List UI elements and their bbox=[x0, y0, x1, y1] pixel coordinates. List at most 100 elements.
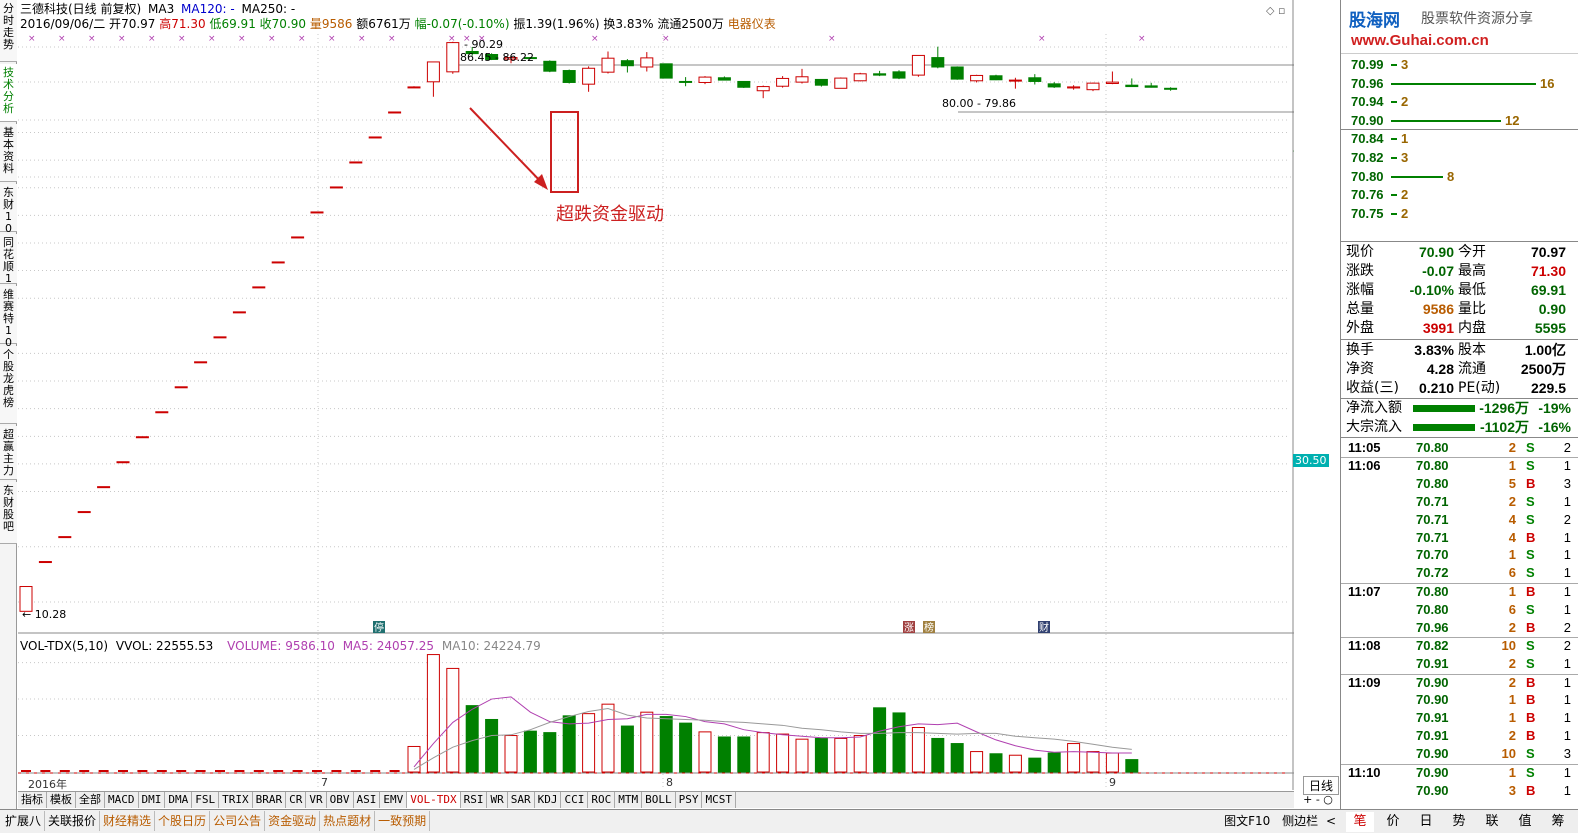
left-tab-2[interactable]: 基本资料 bbox=[0, 124, 17, 182]
right-tab-0[interactable]: 笔 bbox=[1346, 812, 1374, 832]
status-tab-6[interactable]: 热点题材 bbox=[320, 811, 376, 831]
left-tab-4[interactable]: 同花顺10 bbox=[0, 234, 17, 297]
indicator-tab-wr[interactable]: WR bbox=[487, 792, 508, 808]
indicator-tab-mcst[interactable]: MCST bbox=[702, 792, 736, 808]
status-tab-0[interactable]: 扩展八 bbox=[2, 811, 46, 831]
volume-bar bbox=[331, 770, 342, 772]
left-tab-7[interactable]: 超赢主力 bbox=[0, 426, 17, 480]
tick-row[interactable]: 70.90 3 B 1 bbox=[1341, 782, 1578, 800]
indicator-tab-dma[interactable]: DMA bbox=[165, 792, 193, 808]
indicator-tab-模板[interactable]: 模板 bbox=[47, 792, 76, 808]
order-volume: 12 bbox=[1505, 112, 1520, 128]
tick-row[interactable]: 70.96 2 B 2 bbox=[1341, 619, 1578, 637]
tick-row[interactable]: 70.91 1 B 1 bbox=[1341, 709, 1578, 727]
indicator-tab-fsl[interactable]: FSL bbox=[192, 792, 220, 808]
status-tab-5[interactable]: 资金驱动 bbox=[265, 811, 321, 831]
order-book-row[interactable]: 70.99 3 bbox=[1341, 56, 1578, 74]
left-tab-8[interactable]: 东财股吧 bbox=[0, 482, 17, 544]
right-tab-4[interactable]: 联 bbox=[1478, 812, 1506, 832]
indicator-tab-obv[interactable]: OBV bbox=[327, 792, 354, 808]
order-book-row[interactable]: 70.84 1 bbox=[1341, 130, 1578, 148]
indicator-tab-brar[interactable]: BRAR bbox=[253, 792, 287, 808]
candle-body bbox=[388, 111, 402, 114]
right-tab-5[interactable]: 值 bbox=[1511, 812, 1539, 832]
net-flow-value: -1296万 bbox=[1479, 400, 1529, 416]
tick-row[interactable]: 70.90 1 B 1 bbox=[1341, 691, 1578, 709]
kline-chart-area[interactable]: 70.9070.8470.9063.8757.4951.7446.5641.91… bbox=[18, 0, 1294, 790]
tick-row[interactable]: 70.80 5 B 3 bbox=[1341, 475, 1578, 493]
volume-bar bbox=[543, 732, 557, 773]
tick-row[interactable]: 70.91 2 B 1 bbox=[1341, 727, 1578, 745]
tick-row[interactable]: 11:09 70.90 2 B 1 bbox=[1341, 674, 1578, 692]
indicator-tab-macd[interactable]: MACD bbox=[105, 792, 139, 808]
indicator-tab-vol-tdx[interactable]: VOL-TDX bbox=[407, 792, 461, 808]
indicator-tab-emv[interactable]: EMV bbox=[380, 792, 408, 808]
indicator-tab-cci[interactable]: CCI bbox=[561, 792, 589, 808]
order-book-row[interactable]: 70.82 3 bbox=[1341, 149, 1578, 167]
tick-n: 2 bbox=[1563, 638, 1571, 654]
collapse-button[interactable]: < bbox=[1326, 814, 1336, 828]
tick-row[interactable]: 70.70 1 S 1 bbox=[1341, 546, 1578, 564]
order-book-row[interactable]: 70.94 2 bbox=[1341, 93, 1578, 111]
tick-row[interactable]: 70.72 6 S 1 bbox=[1341, 564, 1578, 582]
indicator-tab-mtm[interactable]: MTM bbox=[615, 792, 643, 808]
tick-row[interactable]: 70.80 6 S 1 bbox=[1341, 601, 1578, 619]
tick-row[interactable]: 70.71 2 S 1 bbox=[1341, 493, 1578, 511]
status-tab-2[interactable]: 财经精选 bbox=[100, 811, 156, 831]
indicator-tab-指标[interactable]: 指标 bbox=[18, 792, 47, 808]
indicator-tab-boll[interactable]: BOLL bbox=[642, 792, 676, 808]
indicator-tab-kdj[interactable]: KDJ bbox=[535, 792, 562, 808]
order-book-row[interactable]: 70.80 8 bbox=[1341, 168, 1578, 186]
indicator-tab-dmi[interactable]: DMI bbox=[139, 792, 166, 808]
tick-row[interactable]: 11:07 70.80 1 B 1 bbox=[1341, 583, 1578, 601]
order-book-row[interactable]: 70.76 2 bbox=[1341, 186, 1578, 204]
sidebar-button[interactable]: 侧边栏 bbox=[1282, 814, 1318, 828]
right-tab-6[interactable]: 筹 bbox=[1544, 812, 1572, 832]
indicator-tab-vr[interactable]: VR bbox=[306, 792, 327, 808]
tick-row[interactable]: 70.71 4 S 2 bbox=[1341, 511, 1578, 529]
indicator-tab-trix[interactable]: TRIX bbox=[219, 792, 253, 808]
tick-row[interactable]: 70.71 4 B 1 bbox=[1341, 529, 1578, 547]
chart-settings-icons[interactable]: ◇ ▫ bbox=[1266, 4, 1285, 17]
volume-bar bbox=[98, 770, 109, 772]
order-book-row[interactable]: 70.90 12 bbox=[1341, 112, 1578, 130]
vol-indicator-name[interactable]: VOL-TDX(5,10) bbox=[20, 639, 108, 653]
tick-row[interactable]: 70.91 2 S 1 bbox=[1341, 655, 1578, 673]
net-flow-label: 净流入额 bbox=[1346, 400, 1402, 416]
order-book-row[interactable]: 70.96 16 bbox=[1341, 75, 1578, 93]
status-tab-3[interactable]: 个股日历 bbox=[155, 811, 211, 831]
indicator-tab-psy[interactable]: PSY bbox=[676, 792, 703, 808]
indicator-tab-全部[interactable]: 全部 bbox=[76, 792, 105, 808]
status-tab-4[interactable]: 公司公告 bbox=[210, 811, 266, 831]
left-tab-0[interactable]: 分时走势 bbox=[0, 0, 17, 62]
left-tab-3[interactable]: 东财10 bbox=[0, 184, 17, 235]
order-book-row[interactable]: 70.75 2 bbox=[1341, 205, 1578, 223]
left-tab-5[interactable]: 维赛特10 bbox=[0, 286, 17, 349]
low-label: 低 bbox=[209, 17, 222, 31]
stat-l1: 总量 bbox=[1346, 301, 1374, 317]
tick-row[interactable]: 11:05 70.80 2 S 2 bbox=[1341, 439, 1578, 457]
tick-row[interactable]: 70.90 10 S 3 bbox=[1341, 745, 1578, 763]
right-tab-2[interactable]: 日 bbox=[1412, 812, 1440, 832]
tick-row[interactable]: 11:10 70.90 1 S 1 bbox=[1341, 764, 1578, 782]
f10-button[interactable]: 图文F10 bbox=[1224, 814, 1270, 828]
tick-row[interactable]: 11:06 70.80 1 S 1 bbox=[1341, 457, 1578, 475]
status-tab-1[interactable]: 关联报价 bbox=[45, 811, 101, 831]
left-tab-6[interactable]: 个股龙虎榜 bbox=[0, 346, 17, 424]
industry-label[interactable]: 电器仪表 bbox=[728, 17, 776, 31]
left-tab-1[interactable]: 技术分析 bbox=[0, 64, 17, 122]
indicator-tab-asi[interactable]: ASI bbox=[354, 792, 381, 808]
tick-row[interactable]: 11:08 70.82 10 S 2 bbox=[1341, 637, 1578, 655]
indicator-tab-sar[interactable]: SAR bbox=[508, 792, 535, 808]
status-tab-7[interactable]: 一致预期 bbox=[375, 811, 431, 831]
right-tab-3[interactable]: 势 bbox=[1445, 812, 1473, 832]
right-tab-1[interactable]: 价 bbox=[1379, 812, 1407, 832]
stock-title[interactable]: 三德科技(日线 前复权) bbox=[20, 2, 141, 16]
quote-panel: 股海网 股票软件资源分享 www.Guhai.com.cn 70.99 3 70.9… bbox=[1340, 0, 1578, 833]
signal-mark: × bbox=[358, 34, 366, 44]
indicator-tab-roc[interactable]: ROC bbox=[588, 792, 616, 808]
zoom-controls[interactable]: + - ○ bbox=[1296, 793, 1340, 806]
tick-bs: B bbox=[1526, 475, 1536, 491]
indicator-tab-cr[interactable]: CR bbox=[286, 792, 307, 808]
indicator-tab-rsi[interactable]: RSI bbox=[461, 792, 488, 808]
